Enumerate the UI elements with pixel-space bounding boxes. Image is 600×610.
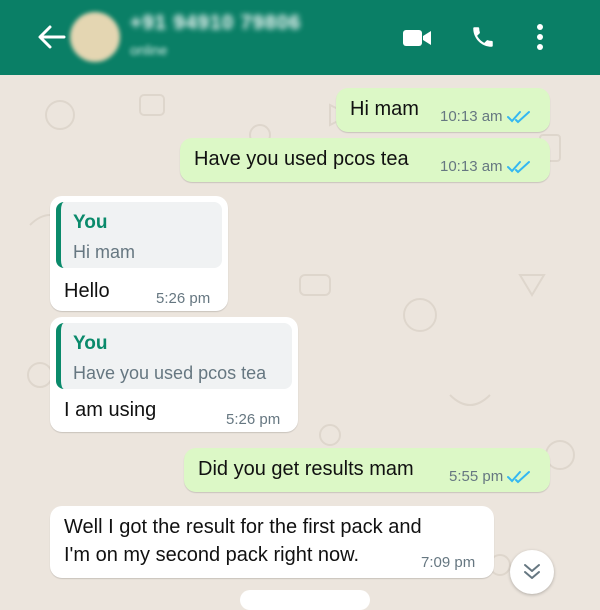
message-text: Have you used pcos tea <box>194 148 409 170</box>
message-bubble-incoming[interactable]: You Have you used pcos tea I am using 5:… <box>50 317 298 432</box>
message-bubble-outgoing[interactable]: Did you get results mam 5:55 pm <box>184 448 550 492</box>
contact-status: online <box>130 42 168 58</box>
scroll-to-bottom-button[interactable] <box>510 550 554 594</box>
message-meta: 10:13 am <box>440 158 531 175</box>
quoted-text: Have you used pcos tea <box>73 363 267 383</box>
message-bubble-incoming[interactable]: Well I got the result for the first pack… <box>50 506 494 578</box>
message-time: 5:26 pm <box>156 290 211 307</box>
message-bubble-outgoing[interactable]: Hi mam 10:13 am <box>336 88 550 132</box>
quoted-message[interactable]: You Have you used pcos tea <box>56 323 292 389</box>
message-bubble-outgoing[interactable]: Have you used pcos tea 10:13 am <box>180 138 550 182</box>
message-text: Hello <box>64 280 110 302</box>
quoted-author: You <box>73 212 108 233</box>
read-receipt-icon <box>506 110 530 123</box>
message-bubble-incoming[interactable]: You Hi mam Hello 5:26 pm <box>50 196 228 311</box>
read-receipt-icon <box>506 160 530 173</box>
message-text: Hi mam <box>350 98 419 120</box>
message-text-line-2: I'm on my second pack right now. <box>64 544 360 566</box>
quoted-author: You <box>73 333 108 354</box>
message-text-line-1: Well I got the result for the first pack… <box>64 516 422 538</box>
message-time: 10:13 am <box>440 108 503 125</box>
more-options-icon[interactable] <box>534 23 546 51</box>
message-time: 5:26 pm <box>226 411 281 428</box>
message-bubble-partial <box>240 590 370 610</box>
quoted-message[interactable]: You Hi mam <box>56 202 222 268</box>
contact-name[interactable]: +91 94910 79806 <box>130 12 301 35</box>
chevron-double-down-icon <box>524 564 540 579</box>
back-arrow-icon[interactable] <box>36 24 66 50</box>
message-meta: 10:13 am <box>440 108 531 125</box>
message-time: 10:13 am <box>440 158 503 175</box>
message-meta: 5:55 pm <box>449 468 531 485</box>
quoted-text: Hi mam <box>73 242 135 262</box>
message-text: Did you get results mam <box>198 458 414 480</box>
read-receipt-icon <box>507 470 531 483</box>
message-time: 5:55 pm <box>449 468 504 485</box>
video-call-icon[interactable] <box>402 27 432 49</box>
contact-avatar[interactable] <box>70 12 120 62</box>
voice-call-icon[interactable] <box>470 24 496 50</box>
message-text: I am using <box>64 399 157 421</box>
message-time: 7:09 pm <box>421 554 476 571</box>
chat-header: +91 94910 79806 online <box>0 0 600 75</box>
